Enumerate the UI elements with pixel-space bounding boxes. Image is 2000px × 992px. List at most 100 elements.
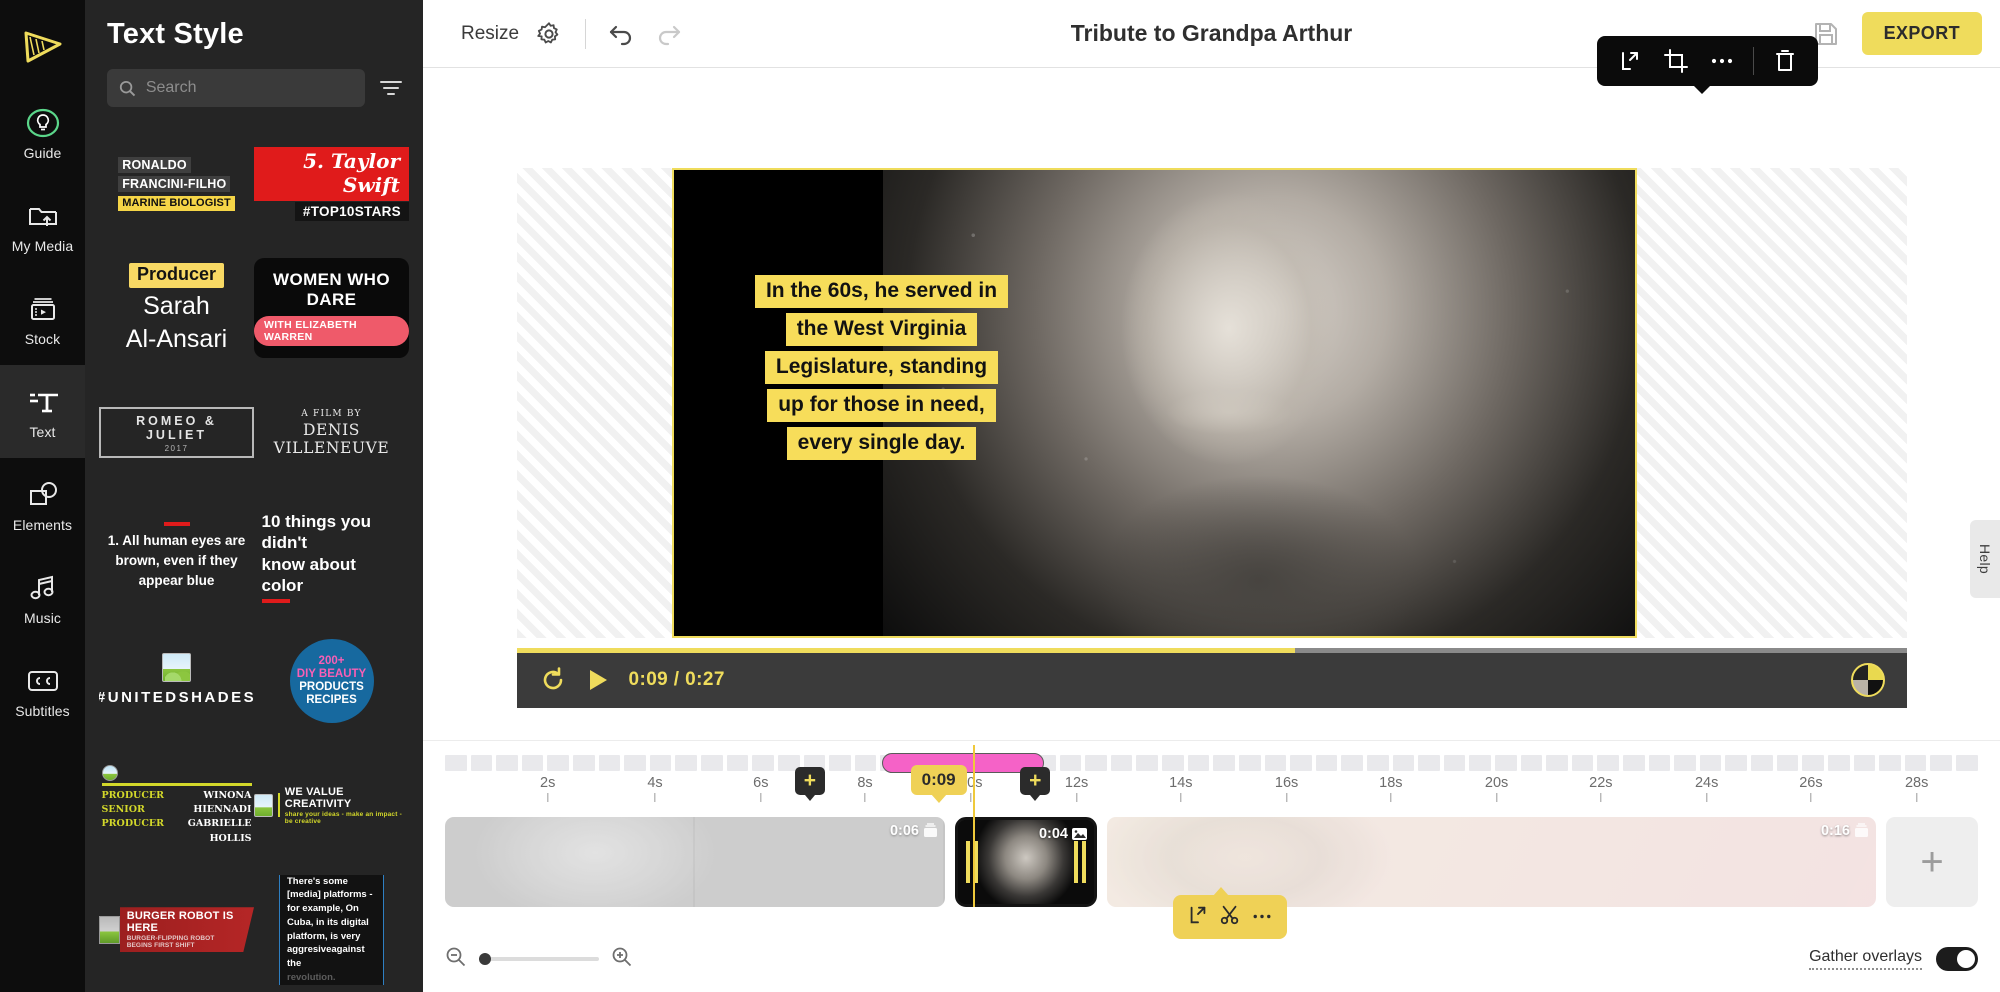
sidebar-item-label: My Media	[11, 238, 74, 254]
filter-button[interactable]	[377, 74, 405, 102]
clip-trim-handle-left[interactable]	[966, 841, 978, 883]
time-tick: 6s	[753, 775, 768, 802]
style-line: DARE	[306, 289, 357, 309]
image-thumb-icon	[101, 764, 118, 781]
text-style-item-credits[interactable]: PRODUCER SENIOR PRODUCER WINONA HIENNADI…	[99, 750, 254, 860]
text-style-item-burger-robot[interactable]: BURGER ROBOT IS HERE BURGER-FLIPPING ROB…	[99, 875, 254, 985]
panel-search-row	[85, 51, 423, 107]
replace-clip-button[interactable]	[1187, 904, 1209, 931]
text-style-item-denis-villeneuve[interactable]: A FILM BY DENIS VILLENEUVE	[254, 378, 409, 488]
loop-button[interactable]	[539, 666, 567, 694]
video-preview[interactable]: In the 60s, he served in the West Virgin…	[671, 168, 1637, 638]
time-tick: 8s	[857, 775, 873, 802]
caption-line: every single day.	[786, 427, 977, 460]
settings-button[interactable]	[533, 18, 565, 50]
style-line: 10 things you didn't	[261, 512, 372, 553]
left-nav-rail: Guide My Media Stock Text Elements Music…	[0, 0, 85, 992]
text-style-item-producer[interactable]: Producer Sarah Al-Ansari	[99, 253, 254, 363]
export-button[interactable]: EXPORT	[1861, 12, 1982, 55]
app-logo[interactable]	[0, 8, 85, 86]
add-clip-button-right[interactable]: +	[1020, 767, 1051, 801]
undo-icon	[609, 25, 632, 45]
sidebar-item-text[interactable]: Text	[0, 365, 85, 458]
text-style-item-we-value-creativity[interactable]: WE VALUE CREATIVITY share your ideas - m…	[254, 750, 409, 860]
add-clip-button-left[interactable]: +	[794, 767, 825, 801]
time-tick: 28s	[1905, 775, 1928, 802]
clip-duration: 0:04	[1038, 826, 1068, 842]
avatar[interactable]	[1850, 663, 1885, 697]
shapes-icon	[25, 477, 61, 513]
delete-button[interactable]	[1764, 40, 1806, 82]
filter-icon	[380, 81, 402, 95]
undo-button[interactable]	[606, 18, 638, 50]
text-style-item-diy-beauty[interactable]: 200+ DIY BEAUTY PRODUCTS RECIPES	[254, 626, 409, 736]
caption-line: In the 60s, he served in	[754, 275, 1009, 308]
text-style-item-romeo-juliet[interactable]: ROMEO & JULIET 2017	[99, 378, 254, 488]
sidebar-item-subtitles[interactable]: Subtitles	[0, 644, 85, 737]
time-tick: 24s	[1695, 775, 1718, 802]
sidebar-item-elements[interactable]: Elements	[0, 458, 85, 551]
zoom-in-icon	[612, 947, 632, 966]
search-box[interactable]	[107, 69, 365, 107]
gear-icon	[537, 21, 559, 43]
search-input[interactable]	[145, 79, 353, 97]
clip-trim-handle-right[interactable]	[1074, 841, 1086, 883]
divider	[1753, 47, 1754, 75]
gather-overlays-label[interactable]: Gather overlays	[1809, 948, 1922, 970]
text-style-item-women-who-dare[interactable]: WOMEN WHO DARE WITH ELIZABETH WARREN	[254, 253, 409, 363]
text-style-item-taylor[interactable]: 5. Taylor Swift #TOP10STARS	[254, 129, 409, 239]
main-area: Resize Tribute to Grandpa Arthur EXPORT …	[423, 0, 2000, 992]
divider	[101, 782, 252, 786]
text-style-item-ronaldo[interactable]: RONALDO FRANCINI-FILHO MARINE BIOLOGIST	[99, 129, 254, 239]
clip-action-toolbar	[1173, 887, 1287, 939]
zoom-in-button[interactable]	[611, 946, 633, 973]
scissors-icon	[1220, 905, 1239, 924]
sidebar-item-music[interactable]: Music	[0, 551, 85, 644]
time-tick: 14s	[1169, 775, 1193, 802]
preview-stage: In the 60s, he served in the West Virgin…	[423, 68, 2000, 740]
redo-button[interactable]	[652, 18, 684, 50]
more-options-button[interactable]	[1701, 40, 1743, 82]
style-line: A FILM BY	[301, 408, 362, 419]
closed-caption-icon	[25, 663, 61, 699]
sidebar-item-guide[interactable]: Guide	[0, 86, 85, 179]
timeline-ruler[interactable]: 2s 4s 6s 8s 10s 12s 14s 16s 18s 20s 22s …	[445, 749, 1978, 811]
clip-more-button[interactable]	[1251, 908, 1273, 926]
text-style-item-media-quote[interactable]: There's some [media] platforms - for exa…	[254, 874, 409, 985]
text-style-item-unitedshades[interactable]: #UNITEDSHADES	[99, 626, 254, 736]
sidebar-item-stock[interactable]: Stock	[0, 272, 85, 365]
text-style-item-human-eyes[interactable]: 1. All human eyes are brown, even if the…	[99, 502, 254, 612]
table-row[interactable]: 0:06	[445, 817, 945, 907]
time-tick: 26s	[1799, 775, 1823, 802]
replace-button[interactable]	[1609, 40, 1651, 82]
style-line: PRODUCER	[101, 818, 165, 830]
red-accent-bar	[261, 599, 290, 603]
replace-icon	[1190, 906, 1206, 923]
split-clip-button[interactable]	[1219, 904, 1241, 931]
stack-icon	[1853, 823, 1870, 844]
playhead-time-bubble[interactable]: 0:09	[910, 765, 967, 803]
style-line: 5. Taylor Swift	[254, 147, 409, 201]
add-media-button[interactable]: +	[1886, 817, 1978, 907]
style-line: Producer	[128, 263, 224, 289]
text-style-item-ten-things[interactable]: 10 things you didn't know about color	[254, 502, 409, 612]
caption-text-block[interactable]: In the 60s, he served in the West Virgin…	[722, 275, 1042, 460]
timeline-labels: 2s 4s 6s 8s 10s 12s 14s 16s 18s 20s 22s …	[445, 775, 1978, 809]
play-button[interactable]	[585, 667, 611, 693]
preview-progress-bar[interactable]	[516, 648, 1907, 653]
zoom-out-icon	[446, 947, 466, 966]
image-thumb-icon	[99, 915, 120, 944]
gather-overlays-toggle[interactable]	[1936, 947, 1978, 971]
sidebar-item-my-media[interactable]: My Media	[0, 179, 85, 272]
zoom-out-button[interactable]	[445, 946, 467, 973]
playhead[interactable]	[973, 745, 975, 907]
crop-button[interactable]	[1655, 40, 1697, 82]
style-line: RONALDO	[118, 156, 191, 174]
style-line: PRODUCER	[101, 789, 165, 801]
table-row[interactable]: 0:04	[955, 817, 1097, 907]
play-icon	[589, 670, 607, 690]
resize-button[interactable]: Resize	[461, 23, 519, 45]
zoom-slider[interactable]	[479, 953, 599, 965]
help-tab[interactable]: Help	[1970, 520, 2000, 598]
slider-knob[interactable]	[479, 953, 491, 965]
